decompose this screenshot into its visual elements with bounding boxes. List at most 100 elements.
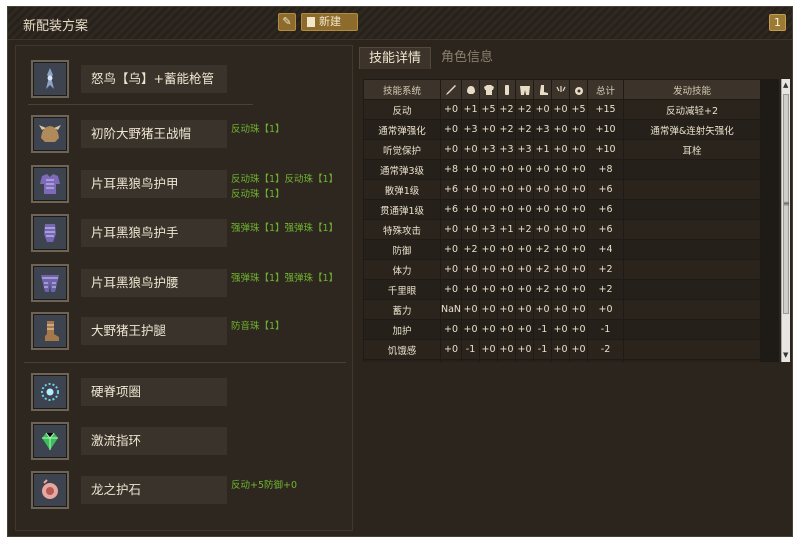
equipment-name[interactable]: 怒鸟【乌】+蓄能枪管 <box>81 65 227 93</box>
skill-value: +0 <box>439 219 463 240</box>
equipment-name[interactable]: 硬脊项圈 <box>81 378 227 406</box>
skill-value: -1 <box>533 339 553 360</box>
table-row[interactable]: 通常弹3级 +8 +0 +0 +0 +0 +0 +0 +0 +8 <box>363 159 762 180</box>
document-icon <box>307 17 315 27</box>
tab-character[interactable]: 角色信息 <box>431 47 503 69</box>
table-scrollbar[interactable]: ▲ ≡ ▼ <box>781 79 790 362</box>
ring-icon[interactable] <box>31 422 69 460</box>
scroll-down-icon[interactable]: ▼ <box>783 351 788 359</box>
skill-value: +0 <box>551 319 571 340</box>
skill-value: +0 <box>569 359 589 362</box>
table-row[interactable]: 蓄力 NaN +0 +0 +0 +0 +0 +0 +0 +0 <box>363 299 762 320</box>
header-activated[interactable]: 发动技能 <box>623 79 762 100</box>
table-row[interactable]: 特殊攻击 +0 +0 +3 +1 +2 +0 +0 +0 +6 <box>363 219 762 240</box>
skill-value: +0 <box>533 179 553 200</box>
equipment-name[interactable]: 片耳黑狼鸟护手 <box>81 219 227 247</box>
skill-value: +0 <box>439 119 463 140</box>
table-row[interactable]: 听觉保护 +0 +0 +3 +3 +3 +1 +0 +0 +10 耳栓 <box>363 139 762 160</box>
talisman-icon[interactable] <box>31 471 69 509</box>
gauntlet-icon[interactable] <box>31 214 69 252</box>
skill-value: -1 <box>461 339 481 360</box>
table-row[interactable]: 反动 +0 +1 +5 +2 +2 +0 +0 +5 +15 反动减轻+2 <box>363 99 762 120</box>
equipment-name[interactable]: 初阶大野猪王战帽 <box>81 120 227 148</box>
body-icon[interactable] <box>479 79 499 100</box>
skill-value: +2 <box>515 119 535 140</box>
table-row[interactable]: 体力 +0 +0 +0 +0 +0 +2 +0 +0 +2 <box>363 259 762 280</box>
leg-icon[interactable] <box>533 79 553 100</box>
equipment-slot[interactable]: 激流指环 <box>26 422 346 464</box>
equipment-name[interactable]: 片耳黑狼鸟护腰 <box>81 269 227 297</box>
charm-icon[interactable] <box>569 79 589 100</box>
edit-button[interactable]: ✎ <box>278 13 296 31</box>
chest-armor-icon[interactable] <box>31 165 69 203</box>
equipment-name[interactable]: 大野猪王护腿 <box>81 317 227 345</box>
necklace-icon[interactable] <box>31 373 69 411</box>
equipment-slot[interactable]: 怒鸟【乌】+蓄能枪管 <box>26 60 346 102</box>
skill-value: +0 <box>497 299 517 320</box>
skill-value: +0 <box>439 339 463 360</box>
weapon-icon[interactable] <box>439 79 463 100</box>
skill-value: +3 <box>497 139 517 160</box>
waist-armor-icon[interactable] <box>31 264 69 302</box>
activated-skill <box>623 299 762 320</box>
skill-total: +10 <box>587 119 625 140</box>
table-row[interactable]: 通常弹强化 +0 +3 +0 +2 +2 +3 +0 +0 +10 通常弹&连射矢强化 <box>363 119 762 140</box>
activated-skill <box>623 219 762 240</box>
skill-table-container: 技能系统 总计 发动技能 反动 +0 +1 +5 +2 +2 +0 +0 +5 +15 反动减轻+2 通常… <box>363 79 779 362</box>
leg-armor-icon[interactable] <box>31 312 69 350</box>
jewel-list: 强弹珠【1】强弹珠【1】 <box>231 271 343 286</box>
equipment-slot[interactable]: 大野猪王护腿 防音珠【1】 <box>26 312 346 354</box>
loadout-window: 新配装方案 ✎ 新建 1 怒鸟【乌】+蓄能枪管 初阶大野猪王战帽 反动珠【1】 片耳黑… <box>7 6 793 537</box>
table-row[interactable]: 装填数+0-1-3+0+0+0+0+0-4 <box>363 359 762 362</box>
skill-value: +0 <box>497 279 517 300</box>
scroll-up-icon[interactable]: ▲ <box>783 81 788 89</box>
table-row[interactable]: 加护 +0 +0 +0 +0 +0 -1 +0 +0 -1 <box>363 319 762 340</box>
slot-divider <box>28 104 253 105</box>
waist-icon[interactable] <box>515 79 535 100</box>
equipment-slot[interactable]: 硬脊项圈 <box>26 373 346 415</box>
skill-total: +0 <box>587 299 625 320</box>
skill-value: +0 <box>515 239 535 260</box>
skill-value: +6 <box>439 199 463 220</box>
talisman-icon[interactable] <box>551 79 571 100</box>
jewel-label: 强弹珠【1】强弹珠【1】 <box>231 273 339 284</box>
new-button[interactable]: 新建 <box>301 13 358 31</box>
skill-value: +0 <box>479 159 499 180</box>
skill-value: +3 <box>479 219 499 240</box>
helmet-icon[interactable] <box>31 115 69 153</box>
header-skill[interactable]: 技能系统 <box>363 79 441 100</box>
jewel-label: 反动+5防御+0 <box>231 480 298 491</box>
jewel-list: 强弹珠【1】强弹珠【1】 <box>231 221 343 236</box>
skill-value: +0 <box>497 159 517 180</box>
table-row[interactable]: 散弹1级 +6 +0 +0 +0 +0 +0 +0 +0 +6 <box>363 179 762 200</box>
equipment-slot[interactable]: 片耳黑狼鸟护腰 强弹珠【1】强弹珠【1】 <box>26 264 346 306</box>
count-badge[interactable]: 1 <box>769 14 786 31</box>
skill-name: 饥饿感 <box>363 339 441 360</box>
equipment-slot[interactable]: 初阶大野猪王战帽 反动珠【1】 <box>26 115 346 157</box>
pencil-icon: ✎ <box>282 15 292 28</box>
table-row[interactable]: 千里眼 +0 +0 +0 +0 +0 +2 +0 +0 +2 <box>363 279 762 300</box>
table-row[interactable]: 饥饿感 +0 -1 +0 +0 +0 -1 +0 +0 -2 <box>363 339 762 360</box>
equipment-slot[interactable]: 片耳黑狼鸟护甲 反动珠【1】反动珠【1】 反动珠【1】 <box>26 165 346 207</box>
skill-total: +8 <box>587 159 625 180</box>
tab-skills[interactable]: 技能详情 <box>359 47 431 69</box>
arm-icon[interactable] <box>497 79 517 100</box>
table-row[interactable]: 贯通弹1级 +6 +0 +0 +0 +0 +0 +0 +0 +6 <box>363 199 762 220</box>
skill-total: +2 <box>587 259 625 280</box>
gunlance-icon[interactable] <box>31 60 69 98</box>
head-icon[interactable] <box>461 79 481 100</box>
skill-value: +0 <box>479 179 499 200</box>
equipment-name[interactable]: 龙之护石 <box>81 476 227 504</box>
jewel-list: 反动+5防御+0 <box>231 478 343 493</box>
skill-value: +3 <box>479 139 499 160</box>
jewel-list: 反动珠【1】反动珠【1】 反动珠【1】 <box>231 172 343 202</box>
equipment-name[interactable]: 片耳黑狼鸟护甲 <box>81 170 227 198</box>
table-row[interactable]: 防御 +0 +2 +0 +0 +0 +2 +0 +0 +4 <box>363 239 762 260</box>
equipment-name[interactable]: 激流指环 <box>81 427 227 455</box>
skill-total: -1 <box>587 319 625 340</box>
equipment-slot[interactable]: 龙之护石 反动+5防御+0 <box>26 471 346 513</box>
header-total[interactable]: 总计 <box>587 79 625 100</box>
skill-name: 反动 <box>363 99 441 120</box>
equipment-slot[interactable]: 片耳黑狼鸟护手 强弹珠【1】强弹珠【1】 <box>26 214 346 256</box>
skill-name: 千里眼 <box>363 279 441 300</box>
